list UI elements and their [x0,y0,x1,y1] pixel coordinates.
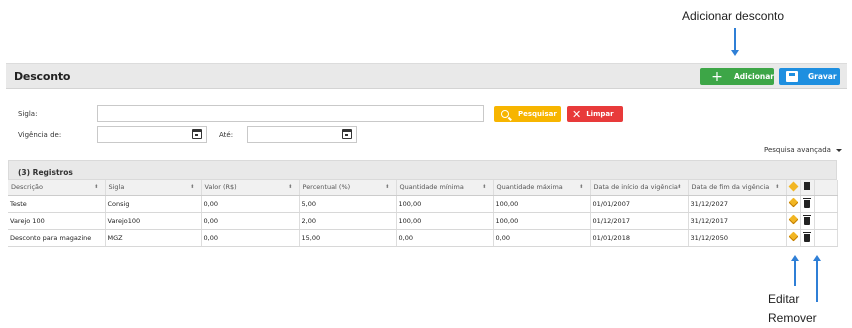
cell-data-inicio: 01/01/2007 [590,195,689,213]
pencil-icon [788,214,798,225]
cell-descricao: Desconto para magazine [8,229,106,247]
pencil-icon [788,197,798,208]
calendar-icon[interactable] [192,129,202,139]
page-header: Desconto + Adicionar Gravar [6,63,847,89]
cell-qtd-max: 100,00 [493,212,591,230]
column-header[interactable]: Valor (R$) ⬍ [201,180,300,196]
cell-qtd-min: 100,00 [396,212,494,230]
spacer-cell [814,212,838,230]
column-header[interactable]: Quantidade máxima ⬍ [493,180,591,196]
trash-icon [803,214,811,225]
cell-sigla: Varejo100 [105,212,202,230]
table-row[interactable]: Desconto para magazine MGZ 0,00 15,00 0,… [8,229,838,247]
callout-remove: Remover [768,311,817,325]
cell-qtd-min: 100,00 [396,195,494,213]
trash-icon [803,197,811,208]
callout-add-discount: Adicionar desconto [682,9,785,23]
cell-valor: 0,00 [201,212,300,230]
column-header[interactable]: Descrição ⬍ [8,180,106,196]
cell-sigla: MGZ [105,229,202,247]
spacer-column-header [814,180,838,196]
records-count: (3) Registros [8,160,837,180]
cell-percentual: 15,00 [299,229,397,247]
callout-arrow-add [734,28,736,50]
edit-button[interactable] [786,195,801,213]
column-header[interactable]: Percentual (%) ⬍ [299,180,397,196]
vigencia-start-input[interactable] [97,126,207,143]
sort-icon: ⬍ [775,184,780,190]
spacer-cell [814,229,838,247]
sort-icon: ⬍ [190,184,195,190]
cell-sigla: Consig [105,195,202,213]
callout-arrowhead-add [731,50,739,56]
pencil-icon [788,231,798,242]
trash-icon [803,231,811,242]
cell-qtd-min: 0,00 [396,229,494,247]
edit-button[interactable] [786,212,801,230]
add-button[interactable]: + Adicionar [700,68,774,85]
cell-data-inicio: 01/01/2018 [590,229,689,247]
sort-icon: ⬍ [482,184,487,190]
records-table: Descrição ⬍ Sigla ⬍ Valor (R$) ⬍ Percentual… [8,180,838,247]
delete-column-header [800,180,815,196]
ate-label: Até: [219,131,234,139]
callout-arrow-edit [794,260,796,286]
cell-valor: 0,00 [201,229,300,247]
clear-button-label: Limpar [586,110,614,118]
callout-arrow-remove [816,260,818,302]
search-button[interactable]: Pesquisar [494,106,561,122]
column-header[interactable]: Quantidade mínima ⬍ [396,180,494,196]
sigla-label: Sigla: [18,110,38,118]
save-button[interactable]: Gravar [779,68,840,85]
search-icon [501,110,509,118]
cell-descricao: Teste [8,195,106,213]
caret-down-icon [835,148,842,152]
cell-percentual: 2,00 [299,212,397,230]
column-header[interactable]: Data de fim da vigência ⬍ [688,180,787,196]
cell-descricao: Varejo 100 [8,212,106,230]
table-row[interactable]: Varejo 100 Varejo100 0,00 2,00 100,00 10… [8,212,838,230]
floppy-disk-icon [786,71,798,82]
column-header[interactable]: Data de início da vigência ⬍ [590,180,689,196]
search-button-label: Pesquisar [518,110,557,118]
delete-button[interactable] [800,229,815,247]
callout-edit: Editar [768,292,800,306]
cell-data-fim: 31/12/2027 [688,195,787,213]
delete-button[interactable] [800,212,815,230]
cell-percentual: 5,00 [299,195,397,213]
vigencia-label: Vigência de: [18,131,62,139]
cell-valor: 0,00 [201,195,300,213]
delete-button[interactable] [800,195,815,213]
vigencia-end-input[interactable] [247,126,357,143]
clear-button[interactable]: ✕ Limpar [567,106,623,122]
add-button-label: Adicionar [733,72,774,81]
sort-icon: ⬍ [579,184,584,190]
calendar-icon[interactable] [342,129,352,139]
table-row[interactable]: Teste Consig 0,00 5,00 100,00 100,00 01/… [8,195,838,213]
close-icon: ✕ [572,107,582,121]
sort-icon: ⬍ [94,184,99,190]
page-title: Desconto [14,70,71,83]
sigla-input[interactable] [97,105,484,122]
advanced-search-toggle[interactable]: Pesquisa avançada [764,146,842,154]
cell-qtd-max: 0,00 [493,229,591,247]
edit-column-header [786,180,801,196]
pencil-icon [788,181,798,192]
sort-icon: ⬍ [288,184,293,190]
spacer-cell [814,195,838,213]
advanced-search-label: Pesquisa avançada [764,146,831,154]
cell-data-fim: 31/12/2017 [688,212,787,230]
sort-icon: ⬍ [677,184,682,190]
cell-qtd-max: 100,00 [493,195,591,213]
save-button-label: Gravar [808,72,837,81]
edit-button[interactable] [786,229,801,247]
trash-icon [804,182,810,191]
column-header[interactable]: Sigla ⬍ [105,180,202,196]
records-grid: (3) Registros Descrição ⬍ Sigla ⬍ Valor (R… [8,160,838,247]
cell-data-fim: 31/12/2050 [688,229,787,247]
plus-icon: + [711,68,723,85]
cell-data-inicio: 01/12/2017 [590,212,689,230]
sort-icon: ⬍ [385,184,390,190]
